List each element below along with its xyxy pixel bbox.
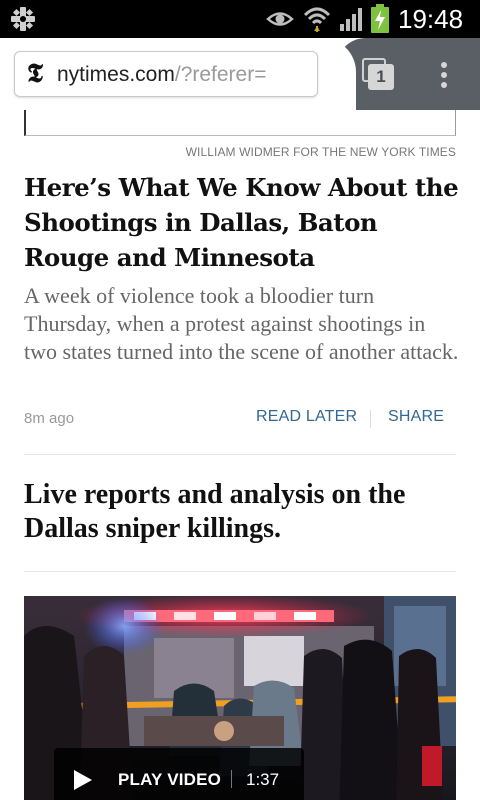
play-video-button[interactable]: PLAY VIDEO 1:37 xyxy=(54,748,304,800)
overflow-menu-icon xyxy=(441,62,447,68)
video-duration: 1:37 xyxy=(246,770,280,789)
wifi-icon xyxy=(303,7,331,32)
url-host: nytimes.com xyxy=(57,63,175,86)
article-timestamp: 8m ago xyxy=(24,410,75,427)
overflow-menu-icon xyxy=(441,82,447,88)
video-player[interactable]: PLAY VIDEO 1:37 xyxy=(24,596,456,800)
play-video-label: PLAY VIDEO xyxy=(118,770,222,789)
story-divider xyxy=(24,571,456,572)
battery-charging-icon xyxy=(371,4,389,33)
status-bar: 19:48 xyxy=(0,0,480,38)
tab-count: 1 xyxy=(368,64,394,90)
play-bar-divider xyxy=(231,770,232,788)
usb-icon xyxy=(11,7,35,31)
photo-credit: WILLIAM WIDMER FOR THE NEW YORK TIMES xyxy=(185,145,456,159)
overflow-menu-icon xyxy=(441,72,447,78)
signal-icon xyxy=(340,8,362,31)
nyt-logo-icon: 𝕿 xyxy=(27,59,43,89)
url-text: nytimes.com/?referer= xyxy=(57,62,267,88)
share-link[interactable]: SHARE xyxy=(388,408,444,426)
browser-toolbar: 𝕿 nytimes.com/?referer= 1 xyxy=(0,38,480,110)
meta-divider xyxy=(370,410,371,428)
read-later-link[interactable]: READ LATER xyxy=(256,408,357,426)
tab-switcher-area xyxy=(316,38,480,110)
overflow-menu-button[interactable] xyxy=(432,60,456,90)
address-bar[interactable]: 𝕿 nytimes.com/?referer= xyxy=(14,51,318,97)
play-icon xyxy=(74,770,92,790)
story-divider xyxy=(24,454,456,455)
article-image[interactable] xyxy=(24,110,456,136)
article-meta: 8m ago READ LATER SHARE xyxy=(24,408,456,432)
eye-icon xyxy=(266,12,294,26)
article-headline[interactable]: Here’s What We Know About the Shootings … xyxy=(24,170,460,275)
url-path: /?referer= xyxy=(174,63,267,86)
story-headline[interactable]: Live reports and analysis on the Dallas … xyxy=(24,478,460,546)
page-content: WILLIAM WIDMER FOR THE NEW YORK TIMES He… xyxy=(0,110,480,800)
status-clock: 19:48 xyxy=(398,4,464,34)
tabs-button[interactable]: 1 xyxy=(362,58,394,90)
article-summary[interactable]: A week of violence took a bloodier turn … xyxy=(24,282,460,366)
